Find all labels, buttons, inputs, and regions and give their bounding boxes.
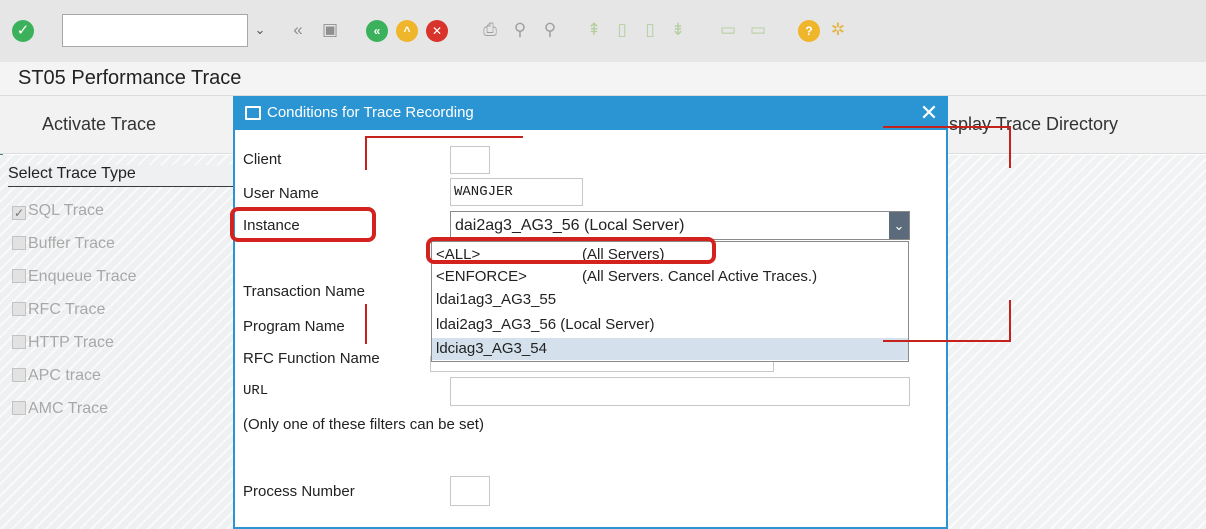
find-icon[interactable]: ⚲ xyxy=(508,18,532,42)
instance-option-all[interactable]: <ALL> (All Servers) xyxy=(432,244,908,266)
amc-trace-checkbox[interactable]: AMC Trace xyxy=(12,400,108,422)
instance-select[interactable]: dai2ag3_AG3_56 (Local Server) ⌄ xyxy=(450,211,910,240)
trace-type-panel: Select Trace Type ✓ SQL Trace Buffer Trac… xyxy=(0,155,236,529)
client-label: Client xyxy=(243,151,282,168)
save-icon[interactable]: ▣ xyxy=(318,18,342,42)
process-number-label: Process Number xyxy=(243,483,355,500)
find-next-icon[interactable]: ⚲ xyxy=(538,18,562,42)
program-name-label: Program Name xyxy=(243,318,345,335)
instance-option-ldai1ag3[interactable]: ldai1ag3_AG3_55 xyxy=(432,289,908,311)
client-field[interactable] xyxy=(450,146,490,174)
instance-value: dai2ag3_AG3_56 (Local Server) xyxy=(455,217,685,234)
display-trace-directory-button[interactable]: isplay Trace Directory xyxy=(945,114,1118,135)
url-field[interactable] xyxy=(450,377,910,406)
process-number-field[interactable] xyxy=(450,476,490,506)
background-area xyxy=(948,155,1206,529)
last-page-icon[interactable]: ⇟ xyxy=(666,18,690,42)
trace-conditions-dialog: Conditions for Trace Recording ✕ Client … xyxy=(233,96,948,529)
user-name-field[interactable]: WANGJER xyxy=(450,178,583,206)
dialog-header: Conditions for Trace Recording ✕ xyxy=(235,98,946,130)
buffer-trace-checkbox[interactable]: Buffer Trace xyxy=(12,235,115,257)
transaction-name-label: Transaction Name xyxy=(243,283,365,300)
dialog-title: Conditions for Trace Recording xyxy=(267,104,474,121)
sql-trace-checkbox[interactable]: ✓ SQL Trace xyxy=(12,202,104,224)
command-field[interactable] xyxy=(62,14,248,47)
user-name-label: User Name xyxy=(243,185,319,202)
rfc-function-name-label: RFC Function Name xyxy=(243,350,380,367)
chevron-down-icon[interactable]: ⌄ xyxy=(250,20,270,40)
settings-icon[interactable]: ✲ xyxy=(826,18,850,42)
dialog-window-icon xyxy=(245,106,261,120)
http-trace-checkbox[interactable]: HTTP Trace xyxy=(12,334,114,356)
cancel-circle-icon[interactable]: ✕ xyxy=(426,20,448,42)
help-icon[interactable]: ? xyxy=(798,20,820,42)
url-label: URL xyxy=(243,383,269,399)
next-page-icon[interactable]: ▯ xyxy=(638,18,662,42)
filter-note: (Only one of these filters can be set) xyxy=(243,416,484,433)
checkmark-icon: ✓ xyxy=(12,206,26,220)
back-circle-icon[interactable]: « xyxy=(366,20,388,42)
check-circle-icon[interactable]: ✓ xyxy=(12,20,34,42)
apc-trace-checkbox[interactable]: APC trace xyxy=(12,367,101,389)
back-icon[interactable]: « xyxy=(286,18,310,42)
instance-dropdown: <ALL> (All Servers) <ENFORCE> (All Serve… xyxy=(431,241,909,362)
standard-toolbar: ✓ ⌄ « ▣ « ^ ✕ ⎙ ⚲ ⚲ ⇞ ▯ ▯ ⇟ ▭ ▭ ? ✲ xyxy=(0,0,1206,62)
rfc-trace-checkbox[interactable]: RFC Trace xyxy=(12,301,105,323)
first-page-icon[interactable]: ⇞ xyxy=(582,18,606,42)
activate-trace-button[interactable]: Activate Trace xyxy=(42,114,156,135)
shortcut-icon[interactable]: ▭ xyxy=(746,18,770,42)
trace-type-header: Select Trace Type xyxy=(8,165,236,187)
instance-label: Instance xyxy=(243,217,300,234)
print-icon[interactable]: ⎙ xyxy=(478,18,502,42)
instance-option-ldciag3[interactable]: ldciag3_AG3_54 xyxy=(432,338,908,360)
instance-option-ldai2ag3[interactable]: ldai2ag3_AG3_56 (Local Server) xyxy=(432,314,908,336)
chevron-down-icon[interactable]: ⌄ xyxy=(889,212,909,239)
title-bar: ST05 Performance Trace xyxy=(0,62,1206,96)
page-title: ST05 Performance Trace xyxy=(18,67,242,89)
create-session-icon[interactable]: ▭ xyxy=(716,18,740,42)
instance-option-enforce[interactable]: <ENFORCE> (All Servers. Cancel Active Tr… xyxy=(432,266,908,288)
enqueue-trace-checkbox[interactable]: Enqueue Trace xyxy=(12,268,137,290)
previous-page-icon[interactable]: ▯ xyxy=(610,18,634,42)
close-icon[interactable]: ✕ xyxy=(918,100,940,126)
exit-circle-icon[interactable]: ^ xyxy=(396,20,418,42)
